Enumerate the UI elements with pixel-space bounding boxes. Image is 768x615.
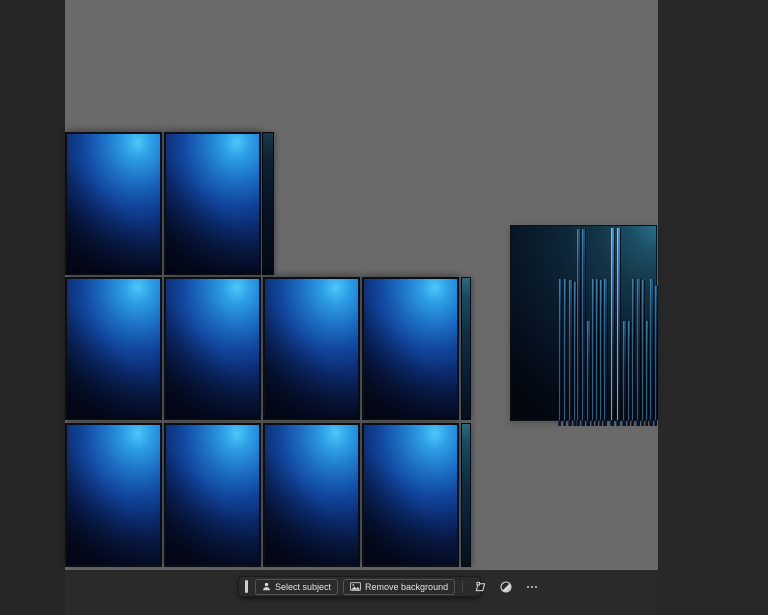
skyline-bar bbox=[569, 280, 573, 420]
taskbar-divider bbox=[462, 580, 463, 593]
skyline-bar bbox=[611, 228, 615, 420]
generated-image-tile[interactable] bbox=[164, 277, 261, 420]
skyline-bar bbox=[600, 280, 603, 420]
more-options-icon bbox=[527, 586, 537, 588]
skyline-bar bbox=[637, 279, 641, 420]
select-subject-label: Select subject bbox=[275, 582, 331, 592]
generated-image-tile[interactable] bbox=[263, 277, 360, 420]
bar-overflow-nub bbox=[636, 420, 640, 426]
bar-overflow-nub bbox=[622, 420, 626, 426]
skyline-bar bbox=[628, 321, 631, 420]
transform-icon bbox=[474, 581, 486, 592]
more-options-button[interactable] bbox=[525, 580, 539, 594]
generated-image-tile[interactable] bbox=[65, 423, 162, 567]
image-icon bbox=[350, 582, 361, 591]
select-subject-button[interactable]: Select subject bbox=[255, 579, 338, 595]
partial-image-sliver[interactable] bbox=[262, 132, 274, 275]
contextual-task-bar: Select subject Remove background bbox=[238, 576, 481, 597]
generated-image-tile[interactable] bbox=[65, 132, 162, 275]
skyline-bar bbox=[655, 286, 658, 420]
generated-image-tile[interactable] bbox=[362, 423, 459, 567]
bar-overflow-nub bbox=[591, 420, 594, 426]
bar-overflow-nub bbox=[631, 420, 634, 426]
skyline-bar bbox=[596, 279, 599, 420]
skyline-bar bbox=[632, 279, 635, 420]
skyline-bar bbox=[582, 229, 586, 420]
bar-overflow-nub bbox=[627, 420, 630, 426]
adjustment-icon bbox=[500, 581, 512, 593]
reference-image[interactable] bbox=[510, 225, 657, 421]
remove-background-button[interactable]: Remove background bbox=[343, 579, 455, 595]
bar-overflow-nub bbox=[568, 420, 572, 426]
left-tool-panel bbox=[0, 0, 66, 615]
skyline-bar bbox=[646, 321, 649, 420]
skyline-bar bbox=[559, 279, 562, 420]
generated-image-tile[interactable] bbox=[164, 423, 261, 567]
workspace-background-right bbox=[658, 0, 768, 615]
skyline-bar bbox=[577, 229, 581, 420]
generated-image-tile[interactable] bbox=[164, 132, 261, 275]
bar-overflow-nub bbox=[649, 420, 653, 426]
partial-image-sliver[interactable] bbox=[461, 423, 471, 567]
bar-overflow-nub bbox=[603, 420, 607, 426]
bar-overflow-nub bbox=[616, 420, 620, 426]
bar-overflow-nub bbox=[610, 420, 614, 426]
bar-overflow-nub bbox=[595, 420, 598, 426]
bar-overflow-nub bbox=[599, 420, 602, 426]
skyline-bar bbox=[592, 279, 595, 420]
skyline-bar bbox=[564, 279, 567, 420]
adjustment-button[interactable] bbox=[499, 580, 513, 594]
bar-overflow-nub bbox=[576, 420, 580, 426]
remove-background-label: Remove background bbox=[365, 582, 448, 592]
transform-button[interactable] bbox=[473, 580, 487, 594]
bar-overflow-nub bbox=[645, 420, 648, 426]
generated-image-tile[interactable] bbox=[263, 423, 360, 567]
taskbar-drag-handle[interactable] bbox=[245, 580, 248, 593]
skyline-bar bbox=[587, 321, 591, 420]
skyline-bar bbox=[650, 279, 654, 420]
skyline-bar bbox=[642, 280, 645, 420]
partial-image-sliver[interactable] bbox=[461, 277, 471, 420]
skyline-bar bbox=[604, 279, 608, 420]
generated-image-tile[interactable] bbox=[362, 277, 459, 420]
bar-overflow-nub bbox=[563, 420, 566, 426]
person-icon bbox=[262, 582, 271, 591]
skyline-bar bbox=[623, 321, 627, 420]
bar-overflow-nub bbox=[641, 420, 644, 426]
bar-overflow-nub bbox=[654, 420, 657, 426]
skyline-bar bbox=[617, 228, 621, 420]
bar-overflow-nub bbox=[586, 420, 590, 426]
generated-image-tile[interactable] bbox=[65, 277, 162, 420]
bar-overflow-nub bbox=[581, 420, 585, 426]
bar-overflow-nub bbox=[558, 420, 561, 426]
